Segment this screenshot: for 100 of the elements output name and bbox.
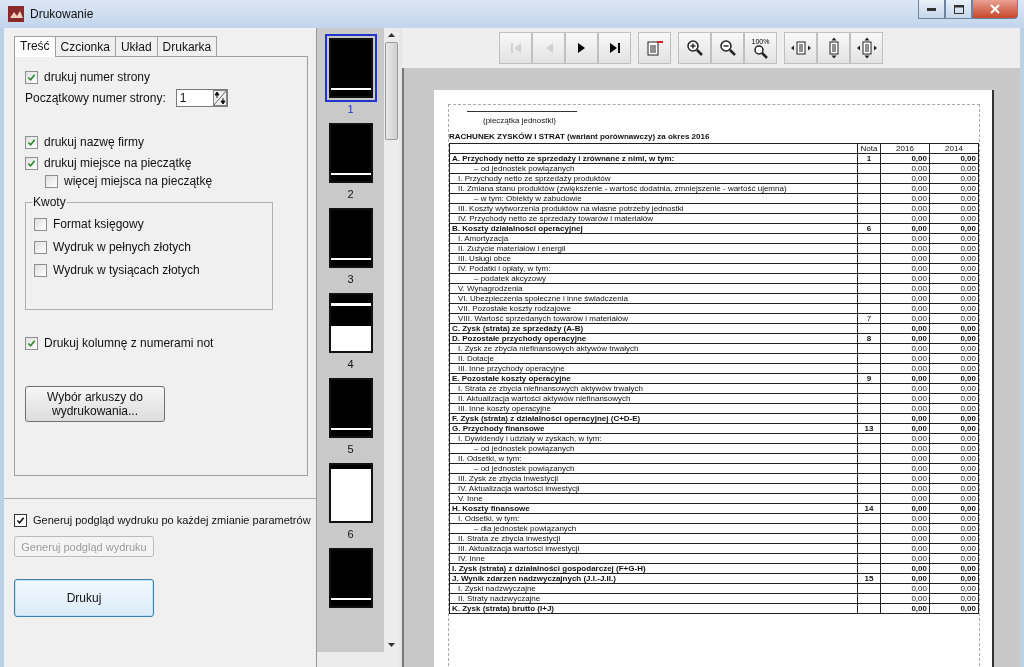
table-cell: 0,00 xyxy=(929,353,979,364)
tab[interactable]: Drukarka xyxy=(156,36,218,56)
table-cell: 0,00 xyxy=(929,553,979,564)
checkbox[interactable] xyxy=(25,156,38,170)
checkbox-label: Wydruk w pełnych złotych xyxy=(53,240,191,254)
page-number-field[interactable]: 1 xyxy=(175,89,228,107)
zoom-out-button[interactable] xyxy=(711,32,744,64)
checkbox[interactable] xyxy=(34,240,47,254)
minimize-button[interactable] xyxy=(918,0,945,19)
table-cell: 0,00 xyxy=(929,573,979,584)
table-cell: 0,00 xyxy=(929,603,979,614)
checkbox[interactable] xyxy=(25,70,38,84)
table-cell: 0,00 xyxy=(929,583,979,594)
table-cell: 0,00 xyxy=(880,333,930,344)
table-cell: I. Odsetki, w tym: xyxy=(449,513,858,524)
table-cell: IV. Inne xyxy=(449,553,858,564)
checkbox-label: Wydruk w tysiącach złotych xyxy=(53,263,200,277)
table-cell: 0,00 xyxy=(880,413,930,424)
table-cell: 0,00 xyxy=(880,343,930,354)
table-cell: II. Straty nadzwyczajne xyxy=(449,593,858,604)
table-cell: 0,00 xyxy=(929,593,979,604)
table-cell: 0,00 xyxy=(880,423,930,434)
table-cell: II. Zmiana stanu produktów (zwiększenie - wartość dodatnia, zmniejszenie - wartość ujemna) xyxy=(449,183,858,194)
table-cell: III. Koszty wytworzenia produktów na własne potrzeby jednostki xyxy=(449,203,858,214)
table-cell: 0,00 xyxy=(880,153,930,164)
checkbox[interactable] xyxy=(14,513,27,527)
page-number: 3 xyxy=(347,272,354,286)
next-button[interactable] xyxy=(565,32,598,64)
checkbox-label: drukuj miejsce na pieczątkę xyxy=(44,156,192,170)
table-cell: 0,00 xyxy=(929,503,979,514)
table-cell: 0,00 xyxy=(880,373,930,384)
table-cell: – od jednostek powiązanych xyxy=(449,163,858,174)
table-cell: 0,00 xyxy=(880,193,930,204)
zoom-in-button[interactable] xyxy=(678,32,711,64)
scroll-thumb[interactable] xyxy=(385,42,398,140)
table-cell: I. Zysk ze zbycia niefinansowych aktywów trwałych xyxy=(449,343,858,354)
table-cell: V. Inne xyxy=(449,493,858,504)
table-cell: 0,00 xyxy=(880,503,930,514)
table-cell: 0,00 xyxy=(929,253,979,264)
fit-height-button[interactable] xyxy=(817,32,850,64)
column-header: 2014 xyxy=(929,143,979,154)
table-cell: 0,00 xyxy=(880,203,930,214)
table-cell: 0,00 xyxy=(929,173,979,184)
page-number: 4 xyxy=(347,357,354,371)
fit-page-button[interactable] xyxy=(850,32,883,64)
checkbox[interactable] xyxy=(34,217,47,231)
checkbox-label: Generuj podgląd wydruku po każdej zmianie parametrów xyxy=(33,514,311,526)
table-cell: III. Inne koszty operacyjne xyxy=(449,403,858,414)
table-cell: 0,00 xyxy=(880,353,930,364)
table-cell: D. Pozostałe przychody operacyjne xyxy=(449,333,858,344)
next-page-icon xyxy=(576,41,587,55)
minimize-icon xyxy=(927,7,936,11)
table-cell: 0,00 xyxy=(929,193,979,204)
table-cell: I. Zysk (strata) z działalności gospodarczej (F+G-H) xyxy=(449,563,858,574)
checkbox[interactable] xyxy=(34,263,47,277)
checkbox[interactable] xyxy=(45,174,58,188)
table-cell: I. Przychody netto ze sprzedaży produktów xyxy=(449,173,858,184)
column-header: Nota xyxy=(857,143,881,154)
table-cell: 0,00 xyxy=(880,183,930,194)
table-cell: 0,00 xyxy=(929,213,979,224)
checkbox[interactable] xyxy=(25,336,38,350)
table-cell: 0,00 xyxy=(880,553,930,564)
select-sheets-button[interactable]: Wybór arkuszy do wydrukowania... xyxy=(25,386,165,422)
page-number: 5 xyxy=(347,442,354,456)
fit-width-button[interactable] xyxy=(784,32,817,64)
table-cell: 0,00 xyxy=(880,313,930,324)
table-cell: 0,00 xyxy=(929,463,979,474)
close-button[interactable] xyxy=(972,0,1018,19)
table-cell: II. Aktualizacja wartości aktywów niefinansowych xyxy=(449,393,858,404)
first-page-icon xyxy=(508,41,523,55)
table-cell: C. Zysk (strata) ze sprzedaży (A-B) xyxy=(449,323,858,334)
table-cell: 13 xyxy=(857,423,881,434)
page-setup-button[interactable] xyxy=(638,32,671,64)
horizontal-scrollbar[interactable] xyxy=(317,652,399,667)
table-cell: 0,00 xyxy=(929,543,979,554)
tab[interactable]: Treść xyxy=(14,36,56,57)
page-thumbnail[interactable] xyxy=(324,34,377,102)
stamp-caption: (pieczątka jednostki) xyxy=(483,116,556,125)
table-cell: II. Strata ze zbycia inwestycji xyxy=(449,533,858,544)
checkbox[interactable] xyxy=(25,135,38,149)
table-cell: III. Zysk ze zbycia inwestycji xyxy=(449,473,858,484)
table-cell: 0,00 xyxy=(880,533,930,544)
table-cell: II. Dotacje xyxy=(449,353,858,364)
table-cell: I. Dywidendy i udziały w zyskach, w tym: xyxy=(449,433,858,444)
table-cell: 0,00 xyxy=(880,363,930,374)
group-title: Kwoty xyxy=(32,195,67,209)
last-button[interactable] xyxy=(598,32,631,64)
maximize-button[interactable] xyxy=(945,0,972,19)
table-cell: 0,00 xyxy=(880,513,930,524)
table-cell: VI. Ubezpieczenia społeczne i inne świadczenia xyxy=(449,293,858,304)
table-cell: 0,00 xyxy=(929,323,979,334)
table-cell: III. Aktualizacja wartości inwestycji xyxy=(449,543,858,554)
vertical-scrollbar[interactable] xyxy=(384,28,399,652)
table-cell: 0,00 xyxy=(880,593,930,604)
checkbox-label: Drukuj kolumnę z numerami not xyxy=(44,336,214,350)
table-cell: 0,00 xyxy=(929,313,979,324)
table-cell: 0,00 xyxy=(880,323,930,334)
window-title: Drukowanie xyxy=(30,7,94,21)
table-cell: 0,00 xyxy=(929,333,979,344)
print-button[interactable]: Drukuj xyxy=(14,579,154,617)
